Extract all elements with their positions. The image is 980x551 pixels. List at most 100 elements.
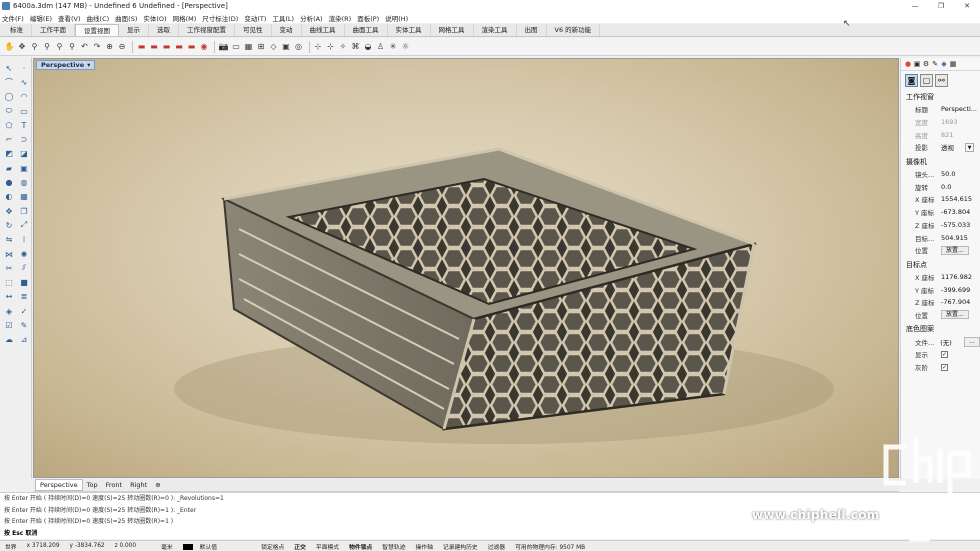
zoom-in-icon[interactable]: ⊕	[104, 41, 115, 52]
pan-icon[interactable]: ✋	[4, 41, 15, 52]
explode-icon[interactable]: ✺	[17, 247, 31, 261]
offset-icon[interactable]: ⊃	[17, 132, 31, 146]
maximize-button[interactable]: ❐	[928, 0, 954, 12]
join-icon[interactable]: ⋈	[2, 247, 16, 261]
status-units[interactable]: 毫米	[141, 542, 178, 551]
layer-tab-icon[interactable]: ▣	[913, 60, 921, 68]
target-icon[interactable]: ◎	[293, 41, 304, 52]
tab-perspective[interactable]: Perspective	[35, 479, 83, 491]
show-checkbox[interactable]: ✓	[941, 350, 948, 358]
loft-icon[interactable]: ◪	[17, 147, 31, 161]
split-icon[interactable]: ⫽	[17, 261, 31, 275]
zoom-selected-icon[interactable]: ⚲	[67, 41, 78, 52]
wallpaper-browse-button[interactable]: ...	[964, 336, 980, 347]
tab-curve-tools[interactable]: 曲线工具	[302, 24, 345, 36]
select-icon[interactable]: ↖	[2, 61, 16, 75]
star-icon[interactable]: ✳	[388, 41, 399, 52]
trim-icon[interactable]: ✂	[2, 261, 16, 275]
minimize-button[interactable]: —	[902, 0, 928, 12]
tab-viewport-layout[interactable]: 工作视窗配置	[179, 24, 235, 36]
tab-display[interactable]: 显示	[119, 24, 149, 36]
analyze-icon[interactable]: ✓	[17, 304, 31, 318]
viewport-dropdown-icon[interactable]: ▾	[87, 61, 90, 69]
status-cplane[interactable]: 世界	[0, 542, 22, 551]
menu-render[interactable]: 渲染(R)	[329, 13, 352, 23]
tab-new-in-v6[interactable]: V6 的新功能	[547, 24, 601, 36]
polyline-icon[interactable]: ⌒	[2, 75, 16, 89]
render-icon[interactable]: ⌘	[350, 41, 361, 52]
array-icon[interactable]: ⁞	[17, 233, 31, 247]
light-icon[interactable]: ✧	[338, 41, 349, 52]
rotate-icon[interactable]: ✥	[17, 41, 28, 52]
camera-icon[interactable]: 📷	[218, 41, 229, 52]
menu-dimension[interactable]: 尺寸标注(D)	[202, 13, 238, 23]
viewport-title[interactable]: Perspective ▾	[36, 60, 96, 70]
fillet-icon[interactable]: ⌐	[2, 132, 16, 146]
move-icon[interactable]: ✥	[2, 204, 16, 218]
plane-icon[interactable]: ◇	[268, 41, 279, 52]
car-icon[interactable]: ▬	[186, 41, 197, 52]
color-tab-icon[interactable]: ●	[904, 60, 912, 68]
tab-solid-tools[interactable]: 实体工具	[388, 24, 431, 36]
mesh-icon[interactable]: ▦	[17, 190, 31, 204]
zoom-out-icon[interactable]: ⊖	[117, 41, 128, 52]
tab-render-tools[interactable]: 渲染工具	[474, 24, 517, 36]
car-icon[interactable]: ▬	[174, 41, 185, 52]
grid-tab-icon[interactable]: ▦	[949, 60, 957, 68]
menu-surface[interactable]: 曲面(S)	[115, 13, 137, 23]
tab-set-view[interactable]: 设置视图	[75, 24, 119, 36]
zoom-window-icon[interactable]: ⚲	[42, 41, 53, 52]
zoom-icon[interactable]: ⚲	[29, 41, 40, 52]
render-tool-icon[interactable]: ◈	[2, 304, 16, 318]
viewport-icon[interactable]: ▭	[231, 41, 242, 52]
toggle-planar[interactable]: 平面模式	[311, 542, 344, 551]
tab-transform[interactable]: 变动	[272, 24, 302, 36]
menu-view[interactable]: 查看(V)	[58, 13, 81, 23]
menu-solid[interactable]: 实体(O)	[143, 13, 166, 23]
tab-visibility[interactable]: 可见性	[235, 24, 272, 36]
toggle-smarttrack[interactable]: 智慧轨迹	[377, 542, 410, 551]
link-mode-icon[interactable]: ⚯	[935, 73, 948, 87]
menu-analyze[interactable]: 分析(A)	[300, 13, 323, 23]
tab-right[interactable]: Right	[126, 480, 151, 490]
tab-drafting[interactable]: 出图	[517, 24, 547, 36]
shade-icon[interactable]: ◉	[199, 41, 210, 52]
pencil-icon[interactable]: ✎	[17, 318, 31, 332]
tab-top[interactable]: Top	[83, 480, 102, 490]
status-layer[interactable]: 默认值	[178, 542, 227, 551]
menu-tools[interactable]: 工具(L)	[272, 13, 294, 23]
point-icon[interactable]: ·	[17, 61, 31, 75]
menu-mesh[interactable]: 网格(M)	[173, 13, 197, 23]
target-place-button[interactable]: 放置...	[941, 310, 969, 320]
toggle-gumball[interactable]: 操作轴	[411, 542, 438, 551]
block-icon[interactable]: ■	[17, 275, 31, 289]
toggle-filter[interactable]: 过滤器	[483, 542, 510, 551]
perspective-viewport[interactable]: Perspective ▾	[33, 58, 899, 478]
mirror-icon[interactable]: ⇋	[2, 233, 16, 247]
toggle-grid-snap[interactable]: 锁定格点	[227, 542, 289, 551]
camera-mode-icon[interactable]: ◙	[905, 73, 918, 87]
car-icon[interactable]: ▬	[136, 41, 147, 52]
menu-help[interactable]: 说明(H)	[385, 13, 408, 23]
grid-icon[interactable]: ▦	[243, 41, 254, 52]
cube-icon[interactable]: ▣	[281, 41, 292, 52]
cylinder-icon[interactable]: ◍	[17, 175, 31, 189]
frame-mode-icon[interactable]: ▢	[920, 73, 933, 87]
zoom-extents-icon[interactable]: ⚲	[54, 41, 65, 52]
car-icon[interactable]: ▬	[161, 41, 172, 52]
ellipse-icon[interactable]: ⬭	[2, 104, 16, 118]
polygon-icon[interactable]: ⬠	[2, 118, 16, 132]
cross-icon[interactable]: ⊹	[313, 41, 324, 52]
command-prompt[interactable]: 按 Esc 取消	[0, 528, 980, 540]
arc-icon[interactable]: ◠	[17, 90, 31, 104]
settings-tab-icon[interactable]: ⚙	[922, 60, 930, 68]
box-icon[interactable]: ▣	[17, 161, 31, 175]
text-icon[interactable]: T	[17, 118, 31, 132]
menu-transform[interactable]: 变动(T)	[244, 13, 266, 23]
car-icon[interactable]: ▬	[149, 41, 160, 52]
grayscale-checkbox[interactable]: ✓	[941, 363, 948, 371]
walk-icon[interactable]: ♙	[375, 41, 386, 52]
tab-front[interactable]: Front	[102, 480, 126, 490]
menu-curve[interactable]: 曲线(C)	[87, 13, 110, 23]
toggle-osnap[interactable]: 物件锁点	[344, 542, 377, 551]
